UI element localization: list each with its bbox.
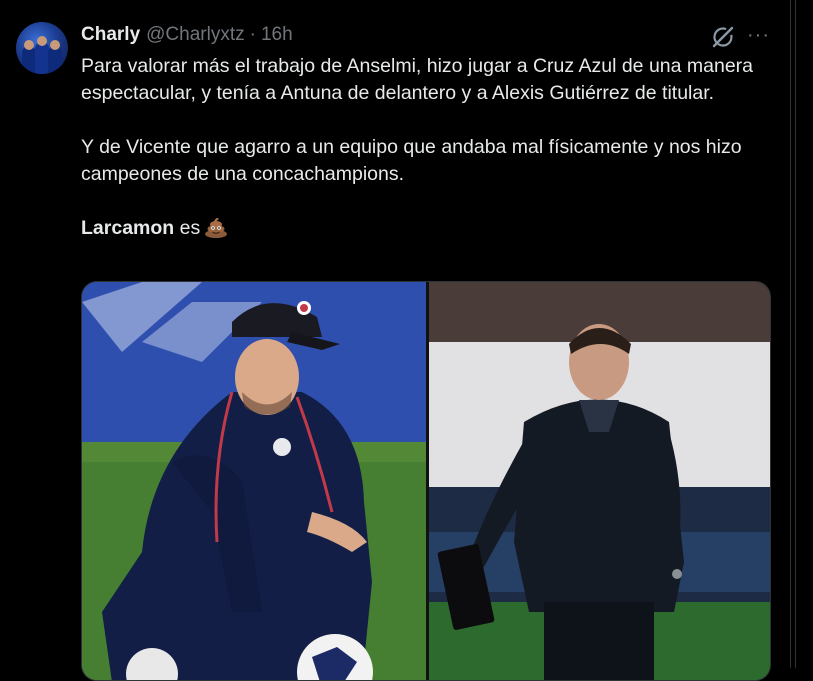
coach-walking-photo[interactable] [429,282,770,680]
pile-of-poo-icon [204,216,228,238]
tweet-paragraph-3: Larcamon es [81,215,781,242]
tweet-paragraph-1: Para valorar más el trabajo de Anselmi, … [81,55,754,104]
right-column-border [790,0,813,668]
timestamp[interactable]: 16h [261,24,293,46]
author-name[interactable]: Charly [81,24,140,46]
mention-larcamon: Larcamon [81,217,175,239]
more-options-icon[interactable]: ··· [747,22,771,48]
avatar[interactable] [16,22,68,74]
author-handle[interactable]: @Charlyxtz [146,24,244,46]
grok-icon[interactable] [710,24,736,50]
tweet-media[interactable] [81,281,771,681]
tweet-paragraph-3-rest: es [174,217,201,239]
tweet-text: Para valorar más el trabajo de Anselmi, … [81,53,781,242]
coach-crouching-photo[interactable] [82,282,426,680]
tweet-header: Charly @Charlyxtz · 16h [81,22,293,48]
tweet-paragraph-2: Y de Vicente que agarro a un equipo que … [81,136,742,185]
separator: · [249,24,256,45]
